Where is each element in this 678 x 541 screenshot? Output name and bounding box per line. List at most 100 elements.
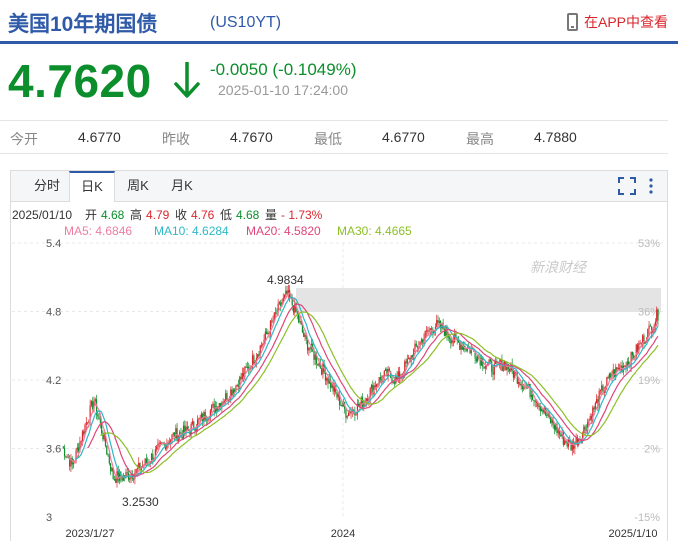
candle-body — [135, 468, 137, 474]
candle-body — [336, 392, 338, 398]
candle-body — [551, 419, 553, 424]
ohlc-low-value: 4.68 — [236, 208, 260, 222]
candle-body — [415, 343, 417, 347]
candle-body — [241, 373, 243, 380]
candle-body — [599, 390, 602, 392]
candle-body — [246, 366, 249, 368]
annotation-high: 4.9834 — [267, 273, 304, 287]
candle-body — [94, 399, 96, 402]
candle-body — [448, 337, 451, 340]
candle-body — [492, 371, 494, 375]
candle-body — [322, 363, 324, 375]
ohlc-pct-change: - 1.73% — [281, 208, 323, 222]
y-tick-label: 5.4 — [46, 238, 61, 250]
candle-body — [111, 468, 113, 472]
candle-body — [97, 414, 99, 417]
candle-body — [115, 479, 117, 483]
candle-body — [231, 389, 233, 396]
candle-body — [262, 344, 264, 346]
candle-body — [90, 401, 93, 406]
candle-body — [63, 447, 66, 457]
kline-chart: 2025/01/10 开 4.68 高 4.79 收 4.76 低 4.68 量… — [12, 207, 664, 540]
candle-body — [304, 334, 306, 337]
candle-body — [483, 366, 485, 369]
candle-body — [191, 421, 194, 424]
candle-body — [596, 399, 598, 403]
candle-body — [258, 354, 260, 356]
candle-body — [83, 431, 85, 435]
candle-body — [509, 368, 511, 372]
candle-body — [274, 312, 277, 314]
candle-body — [361, 397, 364, 407]
candle-body — [199, 417, 201, 419]
candle-body — [260, 345, 263, 347]
candle-body — [502, 366, 504, 371]
pct-tick-label: 19% — [638, 375, 660, 387]
candle-body — [523, 387, 525, 389]
candle-body — [588, 420, 590, 422]
candle-body — [648, 325, 650, 330]
candle-body — [639, 342, 641, 344]
x-tick-label: 2025/1/10 — [609, 528, 658, 540]
candle-body — [475, 358, 477, 362]
candle-body — [617, 368, 619, 370]
candle-body — [438, 321, 440, 323]
candle-body — [313, 350, 315, 360]
ohlc-close-label: 收 — [175, 208, 187, 222]
candle-body — [538, 405, 540, 407]
candle-body — [514, 371, 516, 378]
candle-body — [459, 342, 461, 350]
candle-body — [584, 426, 586, 430]
candle-body — [532, 394, 534, 401]
candle-body — [593, 407, 595, 410]
x-tick-label: 2024 — [331, 528, 355, 540]
candle-body — [553, 425, 556, 430]
candle-body — [159, 442, 162, 444]
candle-body — [557, 430, 559, 434]
candle-body — [512, 370, 515, 378]
candle-body — [607, 377, 609, 379]
candle-body — [491, 361, 493, 372]
candle-body — [420, 339, 422, 342]
y-axis-ticks: 5.4 4.8 4.2 3.6 3 — [46, 238, 61, 524]
candle-body — [280, 302, 282, 307]
candle-body — [158, 443, 160, 445]
pct-tick-label: -15% — [634, 512, 660, 524]
candle-body — [218, 402, 220, 407]
candle-body — [519, 382, 521, 386]
candle-body — [379, 377, 382, 380]
candle-body — [533, 400, 535, 402]
candle-body — [92, 401, 94, 410]
candle-body — [253, 355, 255, 365]
candle-body — [78, 447, 80, 452]
candle-body — [303, 332, 305, 337]
candle-body — [383, 370, 385, 376]
candle-body — [341, 404, 343, 407]
candle-body — [283, 294, 286, 298]
candle-body — [517, 382, 520, 384]
candle-body — [465, 349, 467, 351]
candle-body — [318, 363, 320, 366]
candle-body — [457, 340, 460, 343]
candle-body — [106, 446, 108, 455]
candle-body — [405, 361, 407, 364]
ma20-label: MA20: 4.5820 — [246, 224, 321, 238]
candle-body — [656, 309, 658, 322]
candle-body — [245, 366, 247, 368]
candle-body — [198, 418, 200, 420]
candle-body — [136, 468, 139, 470]
candle-body — [657, 309, 659, 321]
candle-body — [314, 354, 316, 360]
candle-body — [460, 344, 462, 350]
candle-body — [484, 366, 486, 369]
candle-body — [272, 320, 274, 322]
candle-body — [285, 290, 287, 295]
highlight-band — [296, 288, 661, 312]
candle-body — [110, 463, 112, 472]
candle-body — [266, 331, 268, 335]
candle-body — [172, 432, 174, 435]
candle-body — [427, 330, 429, 332]
y-tick-label: 3.6 — [46, 444, 61, 456]
candle-body — [624, 365, 626, 367]
candle-body — [225, 393, 227, 402]
